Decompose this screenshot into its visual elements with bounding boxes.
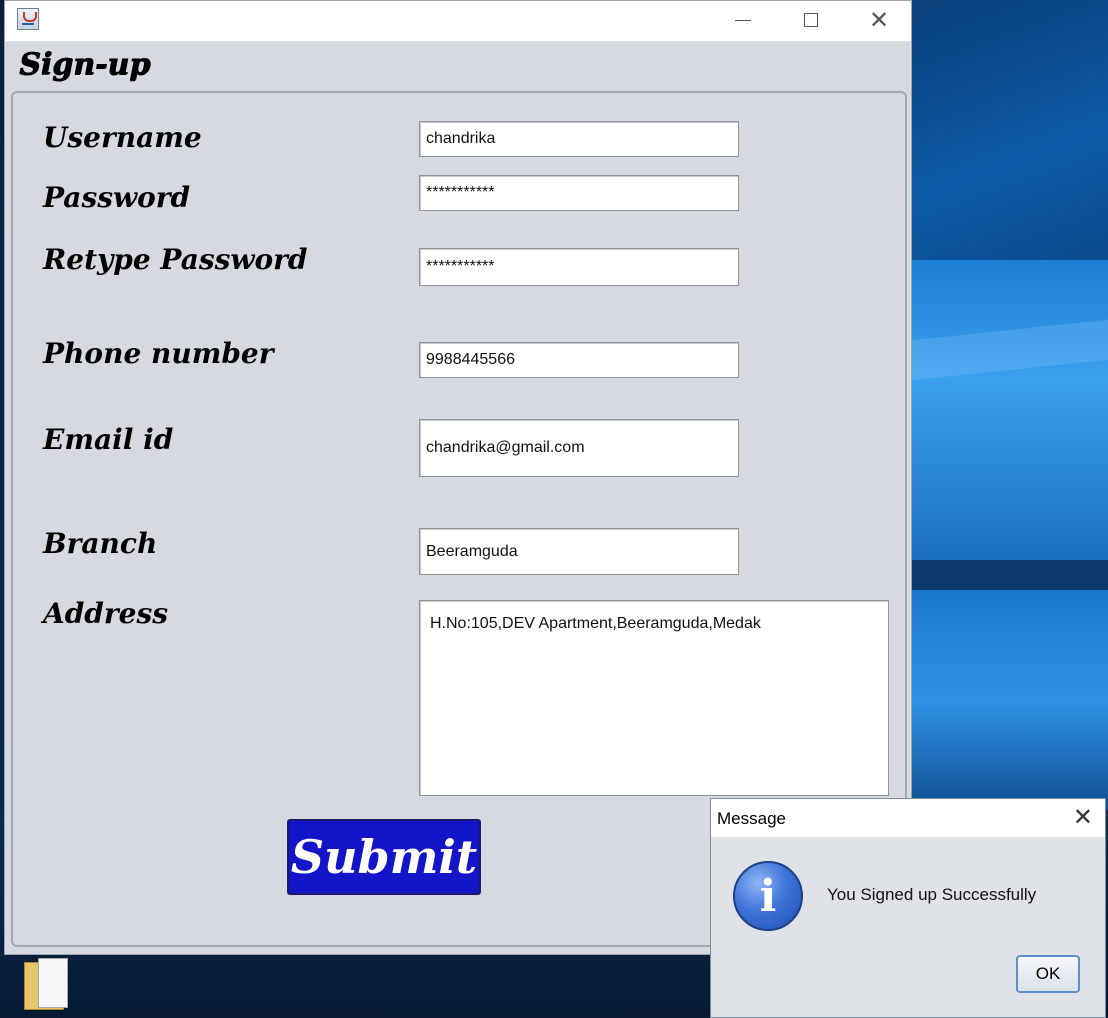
close-button[interactable]: ✕ bbox=[845, 1, 913, 39]
email-label: Email id bbox=[43, 423, 174, 456]
password-field[interactable]: *********** bbox=[419, 175, 739, 211]
folder-paper bbox=[38, 958, 68, 1008]
maximize-button[interactable] bbox=[777, 1, 845, 39]
minimize-icon bbox=[735, 19, 751, 21]
email-field[interactable]: chandrika@gmail.com bbox=[419, 419, 739, 477]
dialog-close-button[interactable]: ✕ bbox=[1073, 803, 1093, 831]
retype-password-label: Retype Password bbox=[43, 243, 308, 276]
wallpaper-top bbox=[912, 0, 1108, 260]
dialog-titlebar[interactable]: Message ✕ bbox=[711, 799, 1105, 837]
window-titlebar[interactable]: ✕ bbox=[5, 1, 911, 42]
retype-password-field[interactable]: *********** bbox=[419, 248, 739, 286]
submit-button[interactable]: Submit bbox=[287, 819, 481, 895]
info-icon: i bbox=[733, 861, 803, 931]
address-label: Address bbox=[43, 597, 168, 630]
phone-number-field[interactable]: 9988445566 bbox=[419, 342, 739, 378]
username-field[interactable]: chandrika bbox=[419, 121, 739, 157]
address-textarea[interactable]: H.No:105,DEV Apartment,Beeramguda,Medak bbox=[419, 600, 889, 796]
maximize-icon bbox=[804, 13, 818, 27]
java-app-icon bbox=[17, 8, 39, 30]
desktop-folder-icon[interactable] bbox=[24, 958, 70, 1010]
branch-label: Branch bbox=[43, 527, 158, 560]
dialog-message: You Signed up Successfully bbox=[827, 885, 1037, 904]
wallpaper-dark-band bbox=[912, 560, 1108, 590]
minimize-button[interactable] bbox=[709, 1, 777, 39]
wallpaper-lower-band bbox=[912, 590, 1108, 810]
close-icon: ✕ bbox=[868, 6, 890, 34]
branch-field[interactable]: Beeramguda bbox=[419, 528, 739, 575]
username-label: Username bbox=[43, 121, 202, 154]
wallpaper-light-band bbox=[912, 260, 1108, 560]
password-label: Password bbox=[43, 181, 191, 214]
dialog-title: Message bbox=[717, 809, 786, 828]
phone-number-label: Phone number bbox=[43, 337, 274, 370]
page-title: Sign-up bbox=[19, 47, 151, 82]
message-dialog: Message ✕ i You Signed up Successfully O… bbox=[710, 798, 1106, 1018]
ok-button[interactable]: OK bbox=[1016, 955, 1080, 993]
